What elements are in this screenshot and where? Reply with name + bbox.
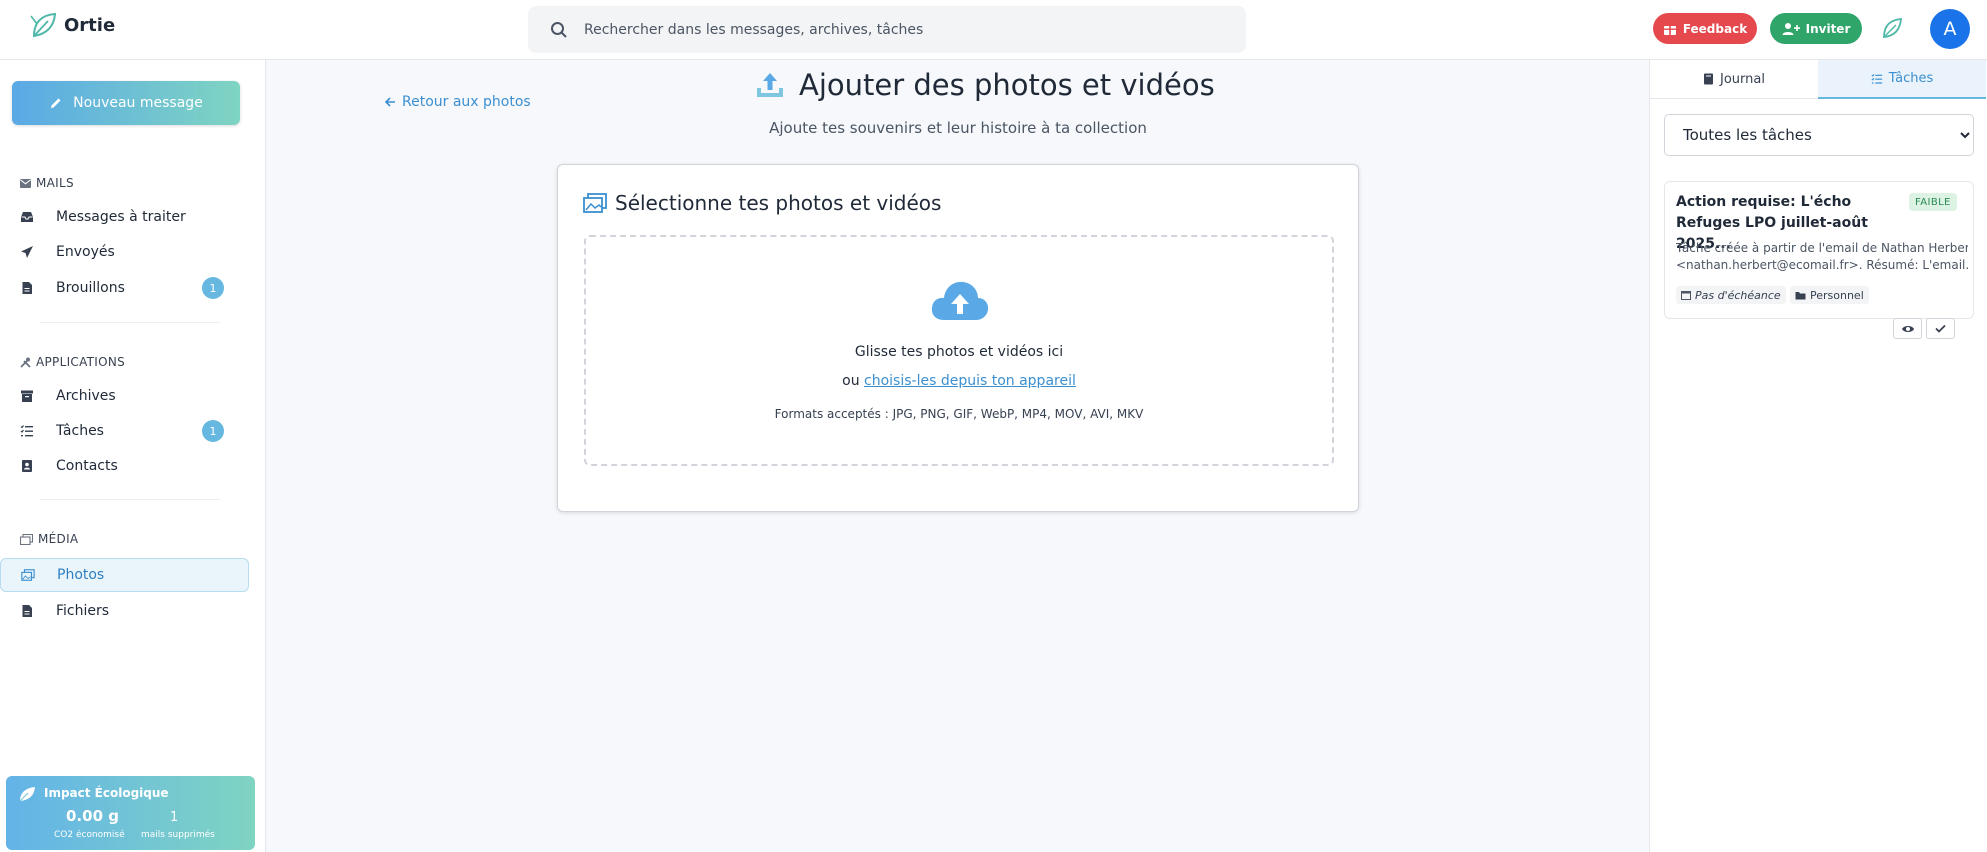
task-description: Tâche créée à partir de l'email de Natha… — [1676, 241, 1968, 272]
sidebar-item-label: Messages à traiter — [56, 209, 186, 225]
file-icon — [22, 605, 32, 617]
sidebar-item-drafts[interactable]: Brouillons 1 — [0, 272, 250, 304]
new-message-label: Nouveau message — [73, 95, 203, 111]
search-input[interactable] — [584, 21, 1184, 38]
task-card[interactable]: Action requise: L'écho Refuges LPO juill… — [1664, 181, 1974, 339]
feedback-button[interactable]: Feedback — [1653, 13, 1757, 44]
invite-button[interactable]: Inviter — [1770, 13, 1862, 44]
sidebar-item-archives[interactable]: Archives — [0, 380, 250, 412]
gift-icon — [1663, 25, 1676, 35]
eye-icon — [1901, 325, 1914, 332]
check-icon — [1935, 324, 1946, 333]
pencil-icon — [51, 98, 61, 108]
invite-label: Inviter — [1805, 21, 1851, 36]
sidebar-item-label: Contacts — [56, 458, 118, 474]
section-divider — [40, 322, 220, 323]
mails-deleted-value: 1 — [170, 810, 179, 825]
impact-title: Impact Écologique — [44, 786, 169, 800]
task-list-icon — [1871, 73, 1882, 84]
app-name: Ortie — [64, 14, 116, 36]
left-sidebar: Nouveau message MAILS Messages à traiter… — [0, 60, 266, 852]
calendar-icon — [1681, 291, 1691, 300]
leaf-icon — [1883, 18, 1902, 38]
choose-from-device-link[interactable]: choisis-les depuis ton appareil — [864, 373, 1076, 389]
paper-plane-icon — [21, 246, 33, 258]
file-dropzone[interactable]: Glisse tes photos et vidéos ici ou chois… — [584, 235, 1334, 466]
search-icon — [551, 21, 567, 38]
draft-file-icon — [22, 282, 32, 294]
app-logo[interactable]: Ortie — [28, 10, 115, 40]
sidebar-item-label: Photos — [57, 567, 105, 583]
priority-badge: FAIBLE — [1909, 193, 1957, 211]
due-date-tag: Pas d'échéance — [1676, 286, 1786, 304]
section-divider — [40, 499, 220, 500]
feedback-label: Feedback — [1682, 21, 1748, 36]
leaf-logo-icon — [30, 12, 57, 38]
global-search[interactable] — [528, 6, 1246, 53]
sidebar-item-inbox[interactable]: Messages à traiter — [0, 201, 250, 233]
eco-impact-card[interactable]: Impact Écologique 0.00 g CO2 économisé 1… — [6, 776, 255, 850]
sidebar-item-photos[interactable]: Photos — [0, 558, 249, 592]
section-title-media: MÉDIA — [20, 532, 78, 546]
category-tag: Personnel — [1790, 286, 1869, 304]
page-heading: Ajouter des photos et vidéos — [799, 68, 1215, 102]
images-icon — [583, 193, 607, 213]
book-icon — [1704, 73, 1714, 85]
dropzone-instruction: Glisse tes photos et vidéos ici — [854, 344, 1064, 360]
right-panel: Journal Tâches Toutes les tâches Action … — [1649, 60, 1987, 852]
drafts-count-badge: 1 — [202, 277, 224, 299]
envelope-icon — [20, 178, 31, 188]
folder-icon — [1795, 291, 1806, 299]
add-user-icon — [1782, 22, 1800, 35]
back-to-photos-link[interactable]: Retour aux photos — [384, 94, 531, 110]
task-filter-select[interactable]: Toutes les tâches — [1664, 114, 1974, 156]
section-title-mails: MAILS — [20, 176, 74, 190]
page-title: Ajouter des photos et vidéos — [755, 68, 1215, 102]
cloud-upload-icon — [931, 281, 989, 320]
sidebar-item-files[interactable]: Fichiers — [0, 595, 250, 627]
arrow-left-icon — [384, 97, 395, 107]
sidebar-item-sent[interactable]: Envoyés — [0, 236, 250, 268]
tab-journal[interactable]: Journal — [1650, 60, 1818, 99]
sidebar-item-tasks[interactable]: Tâches 1 — [0, 415, 250, 447]
upload-card: Sélectionne tes photos et vidéos Glisse … — [557, 164, 1359, 512]
co2-label: CO2 économisé — [54, 830, 125, 840]
tools-icon — [20, 357, 31, 368]
sidebar-item-label: Brouillons — [56, 280, 125, 296]
photos-icon — [21, 569, 35, 581]
tasks-count-badge: 1 — [202, 420, 224, 442]
top-header: Ortie Feedback Inviter A — [0, 0, 1987, 60]
leaf-icon — [19, 787, 35, 802]
task-list-icon — [20, 425, 33, 437]
tab-tasks[interactable]: Tâches — [1818, 60, 1986, 99]
page-subtitle: Ajoute tes souvenirs et leur histoire à … — [769, 119, 1147, 137]
section-title-applications: APPLICATIONS — [20, 355, 125, 369]
dropzone-alternative: ou choisis-les depuis ton appareil — [842, 373, 1076, 389]
complete-task-button[interactable] — [1926, 318, 1955, 339]
archive-box-icon — [21, 390, 33, 402]
images-icon — [20, 533, 33, 545]
sidebar-item-contacts[interactable]: Contacts — [0, 450, 250, 482]
eco-leaf-button[interactable] — [1878, 14, 1906, 42]
sidebar-item-label: Tâches — [56, 423, 104, 439]
sidebar-item-label: Fichiers — [56, 603, 110, 619]
view-task-button[interactable] — [1893, 318, 1922, 339]
user-avatar[interactable]: A — [1930, 9, 1970, 49]
sidebar-item-label: Envoyés — [56, 244, 115, 260]
upload-icon — [757, 73, 783, 97]
contact-book-icon — [22, 460, 32, 472]
sidebar-item-label: Archives — [56, 388, 116, 404]
card-title: Sélectionne tes photos et vidéos — [583, 191, 941, 215]
co2-value: 0.00 g — [66, 807, 119, 825]
inbox-icon — [21, 212, 33, 222]
accepted-formats: Formats acceptés : JPG, PNG, GIF, WebP, … — [774, 407, 1144, 421]
mails-deleted-label: mails supprimés — [141, 830, 215, 840]
